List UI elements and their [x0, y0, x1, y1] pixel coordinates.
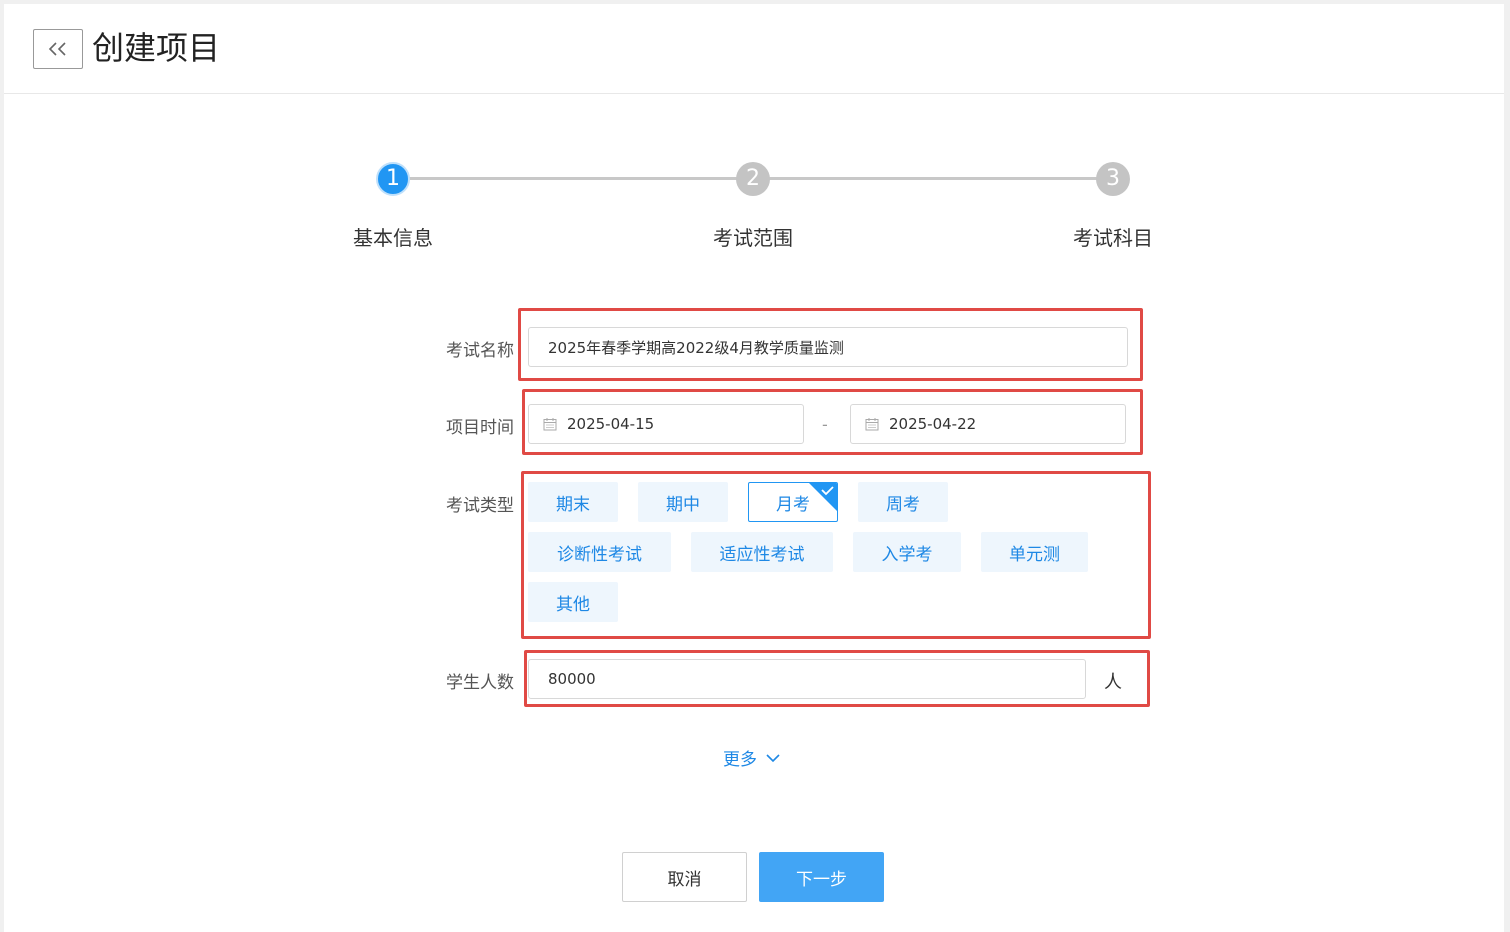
step-3-label: 考试科目 [1073, 226, 1153, 250]
step-3-indicator: 3 [1096, 162, 1130, 196]
exam-name-input[interactable]: 2025年春季学期高2022级4月教学质量监测 [528, 327, 1128, 367]
exam-type-option-diagnostic[interactable]: 诊断性考试 [528, 532, 671, 572]
exam-type-option-adaptive[interactable]: 适应性考试 [691, 532, 833, 572]
student-count-input[interactable]: 80000 [528, 659, 1086, 699]
exam-name-label: 考试名称 [446, 341, 514, 361]
calendar-icon [543, 417, 557, 431]
check-corner-icon [809, 483, 837, 511]
more-toggle[interactable]: 更多 [723, 745, 781, 770]
end-date-value: 2025-04-22 [889, 415, 977, 433]
page-title: 创建项目 [92, 29, 221, 67]
student-count-value: 80000 [548, 670, 596, 688]
cancel-button[interactable]: 取消 [622, 852, 747, 902]
step-2-label: 考试范围 [713, 226, 793, 250]
header: 创建项目 [4, 4, 1504, 94]
page: 创建项目 1 2 3 基本信息 考试范围 考试科目 考试名称 2025年春季学期… [4, 4, 1504, 932]
exam-type-option-weekly[interactable]: 周考 [858, 482, 948, 522]
double-chevron-left-icon [48, 42, 66, 56]
exam-type-option-final[interactable]: 期末 [528, 482, 618, 522]
date-separator: - [822, 415, 828, 434]
exam-type-label: 考试类型 [446, 496, 514, 516]
chevron-down-icon [765, 752, 781, 764]
next-step-button[interactable]: 下一步 [759, 852, 884, 902]
exam-type-option-monthly[interactable]: 月考 [748, 482, 838, 522]
exam-name-value: 2025年春季学期高2022级4月教学质量监测 [548, 338, 844, 357]
step-2-indicator: 2 [736, 162, 770, 196]
calendar-icon [865, 417, 879, 431]
start-date-value: 2025-04-15 [567, 415, 655, 433]
step-1-label: 基本信息 [353, 226, 433, 250]
exam-type-option-unit-test[interactable]: 单元测 [981, 532, 1088, 572]
step-connector-1-2 [409, 177, 739, 180]
step-1-indicator: 1 [376, 162, 410, 196]
exam-type-option-other[interactable]: 其他 [528, 582, 618, 622]
end-date-input[interactable]: 2025-04-22 [850, 404, 1126, 444]
more-label: 更多 [723, 750, 757, 770]
project-time-label: 项目时间 [446, 418, 514, 438]
exam-type-option-entrance[interactable]: 入学考 [853, 532, 961, 572]
exam-type-option-monthly-label: 月考 [776, 494, 810, 515]
step-connector-2-3 [769, 177, 1099, 180]
back-button[interactable] [33, 29, 83, 69]
student-count-unit: 人 [1104, 672, 1122, 693]
start-date-input[interactable]: 2025-04-15 [528, 404, 804, 444]
student-count-label: 学生人数 [446, 673, 514, 693]
exam-type-option-midterm[interactable]: 期中 [638, 482, 728, 522]
